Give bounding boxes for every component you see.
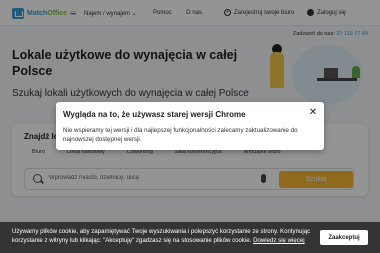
- dialog-title: Wygląda na to, że używasz starej wersji …: [63, 110, 246, 119]
- cookie-banner: Używamy plików cookie, aby zapamiętywać …: [0, 222, 380, 253]
- cookie-text: Używamy plików cookie, aby zapamiętywać …: [12, 227, 312, 245]
- close-icon[interactable]: ✕: [308, 108, 318, 118]
- browser-warning-dialog: Wygląda na to, że używasz starej wersji …: [56, 102, 324, 150]
- accept-cookies-button[interactable]: Zaakceptuj: [320, 230, 368, 245]
- dialog-body: Nie wspieramy tej wersji i dla najlepsze…: [63, 127, 298, 143]
- learn-more-link[interactable]: Dowiedz się więcej: [253, 237, 304, 244]
